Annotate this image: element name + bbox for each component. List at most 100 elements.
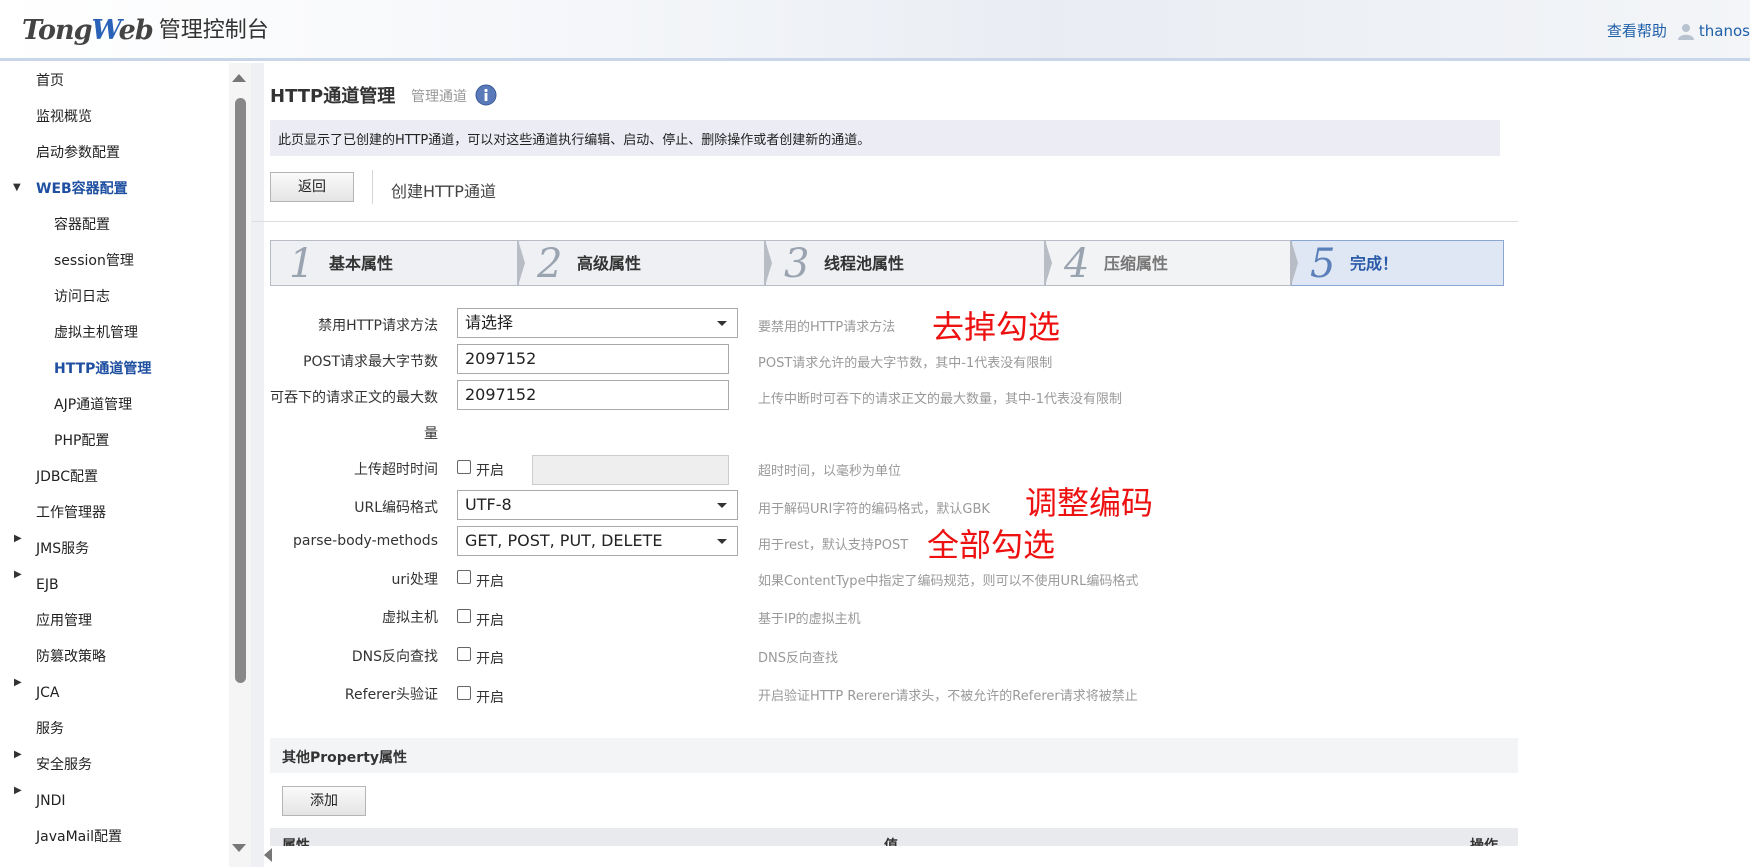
sidebar-scroll-thumb[interactable] [235,98,246,683]
wizard-step-5[interactable]: 5 完成！ [1291,240,1504,287]
swallow-max-label: 可吞下的请求正文的最大数 [270,390,438,406]
help-link[interactable]: 查看帮助 [1607,20,1667,41]
sidebar-item-app-management[interactable]: 应用管理 [36,606,92,636]
upload-timeout-checkbox-label[interactable]: 开启 [476,460,504,480]
content-edge [251,63,264,867]
virtual-host-label: 虚拟主机 [382,610,438,626]
post-max-bytes-input[interactable]: 2097152 [457,344,729,374]
column-header-actions[interactable]: 操作 [1470,835,1498,846]
sidebar-item-services[interactable]: 服务 [36,714,64,744]
sidebar-item-jms[interactable]: JMS服务 [36,534,89,564]
post-max-bytes-label: POST请求最大字节数 [303,354,438,370]
uri-handling-label: uri处理 [391,572,438,588]
sidebar-item-home[interactable]: 首页 [36,66,64,96]
top-header: TongWeb 管理控制台 查看帮助 thanos [0,0,1750,61]
sidebar-item-security[interactable]: 安全服务 [36,750,92,780]
back-button[interactable]: 返回 [270,172,354,202]
step-label: 线程池属性 [824,254,905,273]
upload-timeout-help: 超时时间，以毫秒为单位 [758,464,902,479]
sidebar-item-container-config[interactable]: 容器配置 [54,210,110,240]
step-number: 2 [537,241,563,287]
create-http-channel-label: 创建HTTP通道 [391,182,496,201]
step-number: 4 [1064,241,1090,287]
page-title: HTTP通道管理 [270,86,396,107]
properties-table-header: 属性 值 操作 [270,828,1518,846]
wizard-step-2[interactable]: 2 高级属性 [518,240,765,287]
sidebar-item-startup-params[interactable]: 启动参数配置 [36,138,120,168]
properties-header-bar [270,738,1518,773]
chevron-right-icon[interactable]: ▶ [14,677,22,688]
step-label: 压缩属性 [1104,254,1169,273]
referer-check-checkbox[interactable] [457,686,471,700]
virtual-host-help: 基于IP的虚拟主机 [758,612,861,627]
step-separator [518,240,525,286]
referer-check-label: Referer头验证 [344,687,438,703]
annotation-remove-check: 去掉勾选 [932,308,1061,346]
description-text: 此页显示了已创建的HTTP通道，可以对这些通道执行编辑、启动、停止、删除操作或者… [278,133,871,148]
sidebar-item-http-channel[interactable]: HTTP通道管理 [54,354,151,384]
step-separator [1291,240,1298,286]
sidebar-item-web-container[interactable]: WEB容器配置 [36,174,128,204]
column-header-value[interactable]: 值 [884,835,898,846]
disabled-methods-help: 要禁用的HTTP请求方法 [758,320,896,335]
dns-lookup-checkbox[interactable] [457,647,471,661]
wizard-step-3[interactable]: 3 线程池属性 [765,240,1045,287]
sidebar-item-javamail[interactable]: JavaMail配置 [36,822,122,852]
sidebar-item-virtual-host[interactable]: 虚拟主机管理 [54,318,138,348]
dns-lookup-checkbox-label[interactable]: 开启 [476,648,504,668]
post-max-bytes-help: POST请求允许的最大字节数，其中-1代表没有限制 [758,356,1053,371]
chevron-right-icon[interactable]: ▶ [14,785,22,796]
sidebar-nav: 首页 监视概览 启动参数配置 ▼ WEB容器配置 容器配置 session管理 … [0,63,230,867]
step-label: 高级属性 [577,254,642,273]
dns-lookup-label: DNS反向查找 [351,649,438,665]
header-actions: 查看帮助 thanos [1607,20,1750,41]
sidebar-item-jdbc[interactable]: JDBC配置 [36,462,98,492]
disabled-methods-label: 禁用HTTP请求方法 [318,318,438,334]
referer-check-checkbox-label[interactable]: 开启 [476,687,504,707]
referer-check-help: 开启验证HTTP Rererer请求头，不被允许的Referer请求将被禁止 [758,689,1138,704]
chevron-down-icon[interactable]: ▼ [13,182,21,193]
chevron-right-icon[interactable]: ▶ [14,569,22,580]
step-number: 5 [1310,241,1336,287]
sidebar-item-access-log[interactable]: 访问日志 [54,282,110,312]
info-icon[interactable] [475,84,497,106]
uri-encoding-value: UTF-8 [465,495,512,514]
upload-timeout-checkbox[interactable] [457,460,471,474]
parse-body-methods-select[interactable]: GET, POST, PUT, DELETE [457,526,738,556]
sidebar-item-monitor[interactable]: 监视概览 [36,102,92,132]
dropdown-caret-icon [717,503,727,508]
sidebar-item-work-manager[interactable]: 工作管理器 [36,498,106,528]
virtual-host-checkbox-label[interactable]: 开启 [476,610,504,630]
virtual-host-checkbox[interactable] [457,609,471,623]
uri-handling-checkbox[interactable] [457,570,471,584]
dropdown-caret-icon [717,321,727,326]
scroll-down-arrow-icon[interactable] [232,844,246,852]
sidebar-item-ajp-channel[interactable]: AJP通道管理 [54,390,132,420]
annotation-adjust-encoding: 调整编码 [1025,484,1154,522]
column-header-property[interactable]: 属性 [282,835,310,846]
add-property-button[interactable]: 添加 [282,786,366,816]
toolbar-divider [372,170,373,204]
chevron-right-icon[interactable]: ▶ [14,533,22,544]
swallow-max-input[interactable]: 2097152 [457,380,729,410]
scroll-up-arrow-icon[interactable] [232,74,246,82]
step-number: 1 [289,241,315,287]
sidebar-item-php-config[interactable]: PHP配置 [54,426,109,456]
disabled-methods-select[interactable]: 请选择 [457,308,738,338]
chevron-right-icon[interactable]: ▶ [14,749,22,760]
sidebar-item-session[interactable]: session管理 [54,246,134,276]
step-label: 基本属性 [329,254,394,273]
user-name-link[interactable]: thanos [1699,22,1750,40]
wizard-step-4[interactable]: 4 压缩属性 [1045,240,1291,287]
parse-body-methods-value: GET, POST, PUT, DELETE [465,531,663,550]
uri-encoding-select[interactable]: UTF-8 [457,490,738,520]
step-separator [1045,240,1052,286]
sidebar-item-tamper-policy[interactable]: 防篡改策略 [36,642,106,672]
sidebar-item-jca[interactable]: JCA [36,678,59,708]
sidebar-item-jndi[interactable]: JNDI [36,786,66,816]
wizard-step-1[interactable]: 1 基本属性 [270,240,518,287]
scroll-left-arrow-icon[interactable] [264,848,272,862]
sidebar-item-ejb[interactable]: EJB [36,570,59,600]
uri-handling-checkbox-label[interactable]: 开启 [476,571,504,591]
properties-title: 其他Property属性 [282,750,408,766]
